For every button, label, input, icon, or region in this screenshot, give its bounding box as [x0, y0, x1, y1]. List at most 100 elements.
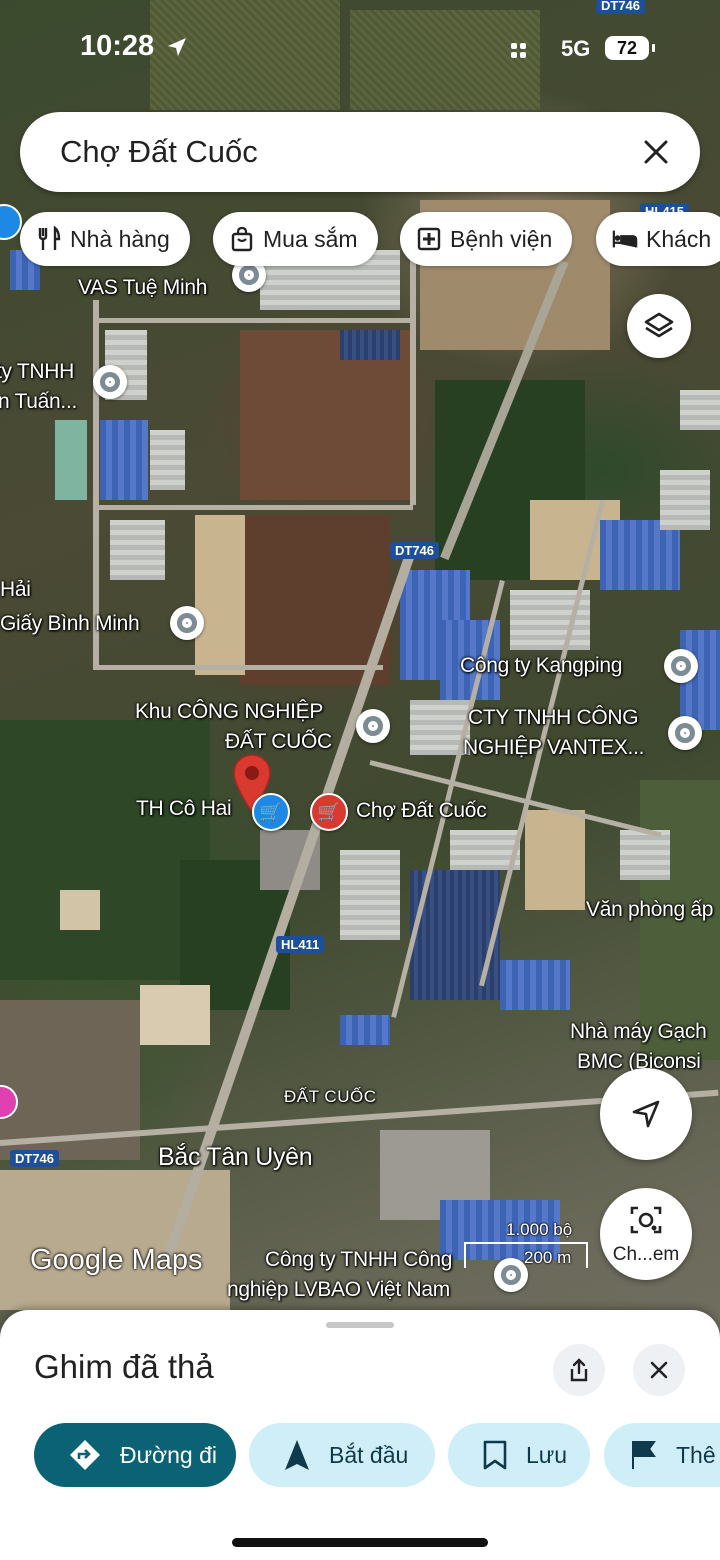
navigation-arrow-icon: [285, 1440, 309, 1470]
map-sand: [60, 890, 100, 930]
save-label: Lưu: [526, 1441, 567, 1468]
map-forest: [0, 720, 210, 980]
district-label[interactable]: Bắc Tân Uyên: [158, 1143, 313, 1172]
category-chips: Nhà hàng Mua sắm Bệnh viện Khách: [20, 212, 720, 268]
network-type: 5G: [561, 36, 591, 61]
status-time: 10:28: [80, 30, 155, 62]
place-pin[interactable]: [170, 606, 204, 640]
map-building: [340, 330, 400, 360]
area-label: ĐẤT CUỐC: [284, 1087, 377, 1106]
start-button[interactable]: Bắt đầu: [249, 1423, 435, 1487]
lens-label: Ch...em: [612, 1244, 680, 1265]
chip-label: Nhà hàng: [70, 225, 170, 252]
home-indicator[interactable]: [232, 1538, 488, 1547]
place-label[interactable]: ĐẤT CUỐC: [225, 730, 332, 754]
place-label[interactable]: n Tuấn...: [0, 390, 77, 414]
camera-lens-icon: [630, 1206, 662, 1234]
scale-metric: 200 m: [524, 1248, 572, 1267]
directions-icon: [70, 1440, 100, 1470]
map-building: [680, 390, 720, 430]
google-maps-logo: Google Maps: [30, 1244, 203, 1276]
map-road: [93, 505, 413, 510]
map-building: [150, 430, 185, 490]
more-label: Thê: [676, 1441, 716, 1468]
start-label: Bắt đầu: [329, 1441, 409, 1468]
search-query[interactable]: Chợ Đất Cuốc: [60, 134, 258, 170]
share-icon: [570, 1358, 588, 1382]
chip-shopping[interactable]: Mua sắm: [213, 212, 378, 266]
place-label[interactable]: ty TNHH: [0, 360, 74, 384]
map-road: [93, 318, 413, 323]
fork-knife-icon: [38, 226, 61, 250]
market-pin-icon[interactable]: 🛒: [310, 793, 348, 831]
battery-indicator: 72: [605, 36, 655, 60]
close-sheet-button[interactable]: [633, 1344, 685, 1396]
place-label[interactable]: nghiệp LVBAO Việt Nam: [227, 1278, 450, 1302]
scale-imperial: 1.000 bộ: [506, 1220, 573, 1239]
map-building: [620, 830, 670, 880]
directions-button[interactable]: Đường đi: [34, 1423, 236, 1487]
bottom-sheet[interactable]: Ghim đã thả Đường đi Bắt đầu Lưu Thê: [0, 1310, 720, 1560]
place-label[interactable]: Hải: [0, 578, 31, 602]
shop-pin-icon[interactable]: 🛒: [252, 793, 290, 831]
more-button[interactable]: Thê: [604, 1423, 720, 1487]
directions-label: Đường đi: [120, 1441, 217, 1468]
place-pin[interactable]: [356, 709, 390, 743]
place-label[interactable]: Công ty TNHH Công: [265, 1248, 452, 1272]
map-building: [110, 520, 165, 580]
place-pin[interactable]: [668, 716, 702, 750]
layers-button[interactable]: [627, 294, 691, 358]
search-bar[interactable]: Chợ Đất Cuốc: [20, 112, 700, 192]
sheet-title: Ghim đã thả: [34, 1348, 214, 1385]
drag-handle[interactable]: [326, 1322, 394, 1328]
shopping-bag-icon: [231, 226, 253, 252]
place-label[interactable]: CTY TNHH CÔNG: [468, 706, 639, 730]
place-pin[interactable]: [664, 649, 698, 683]
place-label[interactable]: Công ty Kangping: [460, 654, 622, 678]
bed-icon: [612, 230, 638, 248]
chip-label: Bệnh viện: [450, 225, 553, 252]
location-arrow-icon: [168, 38, 186, 56]
navigation-arrow-icon: [632, 1100, 660, 1128]
map-building: [55, 420, 87, 500]
hospital-icon: [417, 227, 441, 251]
partial-pin-icon[interactable]: [0, 204, 22, 240]
place-label[interactable]: Khu CÔNG NGHIỆP: [135, 700, 323, 724]
place-label[interactable]: VAS Tuệ Minh: [78, 276, 207, 300]
map-building: [340, 1015, 390, 1045]
status-bar: 10:28 5G 72: [0, 0, 720, 100]
close-icon[interactable]: [634, 130, 678, 174]
map-building: [100, 420, 148, 500]
signal-dots-icon: [511, 43, 526, 58]
place-pin[interactable]: [93, 365, 127, 399]
place-label[interactable]: TH Cô Hai: [136, 797, 232, 821]
map-building: [340, 850, 400, 940]
save-button[interactable]: Lưu: [448, 1423, 590, 1487]
road-shield-dt746: DT746: [390, 542, 440, 559]
place-label[interactable]: Giấy Bình Minh: [0, 612, 140, 636]
chip-hospitals[interactable]: Bệnh viện: [400, 212, 573, 266]
chip-hotels[interactable]: Khách: [596, 212, 720, 266]
flag-icon: [632, 1441, 656, 1469]
map-sand: [140, 985, 210, 1045]
close-icon: [650, 1361, 668, 1379]
map-road: [93, 665, 383, 670]
map-building: [660, 470, 710, 530]
bookmark-icon: [483, 1440, 507, 1470]
place-label[interactable]: Chợ Đất Cuốc: [356, 799, 487, 823]
chip-restaurants[interactable]: Nhà hàng: [20, 212, 190, 266]
lens-button[interactable]: Ch...em: [600, 1188, 692, 1280]
layers-icon: [644, 312, 674, 338]
road-shield-dt746: DT746: [10, 1150, 60, 1167]
chip-label: Khách: [646, 225, 712, 252]
map-sand: [525, 810, 585, 910]
map-building: [600, 520, 680, 590]
chip-label: Mua sắm: [263, 225, 358, 252]
place-label[interactable]: Nhà máy Gạch: [570, 1020, 707, 1044]
place-label[interactable]: Văn phòng ấp: [586, 898, 714, 922]
share-button[interactable]: [553, 1344, 605, 1396]
my-location-button[interactable]: [600, 1068, 692, 1160]
map-road: [410, 255, 416, 505]
road-shield-hl411: HL411: [276, 936, 325, 953]
place-label[interactable]: NGHIỆP VANTEX...: [463, 736, 644, 760]
